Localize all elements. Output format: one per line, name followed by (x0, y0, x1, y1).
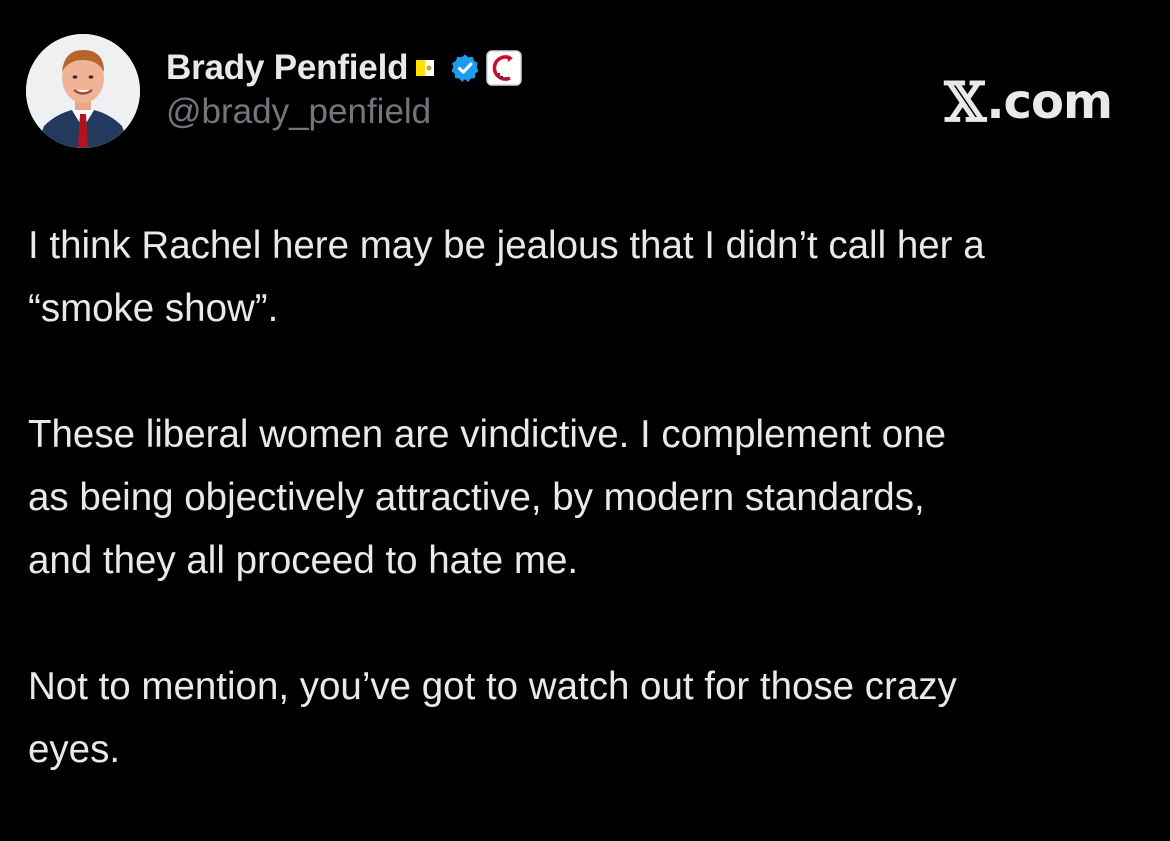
author-handle[interactable]: @brady_penfield (166, 92, 522, 132)
profile-photo (26, 34, 140, 148)
name-row: Brady Penfield (166, 46, 523, 90)
author-display-name[interactable]: Brady Penfield (166, 48, 408, 88)
verified-badge-icon[interactable] (450, 53, 480, 83)
tweet-paragraph: Not to mention, you’ve got to watch out … (28, 665, 957, 771)
x-com-logo: 𝕏 .com (944, 70, 1113, 134)
tweet-paragraph: These liberal women are vindictive. I co… (28, 413, 947, 582)
brand-suffix: .com (986, 74, 1113, 130)
tweet-header: Brady Penfield @brady_penfield 𝕏 .com (26, 34, 1144, 154)
avatar[interactable] (26, 34, 140, 148)
vatican-flag-icon (416, 58, 435, 78)
x-logo-icon: 𝕏 (944, 70, 986, 134)
tweet-paragraph: I think Rachel here may be jealous that … (28, 224, 985, 330)
tweet-text: I think Rachel here may be jealous that … (28, 214, 1153, 781)
affiliate-logo-icon[interactable] (486, 50, 523, 86)
author-info: Brady Penfield @brady_penfield (166, 46, 523, 132)
